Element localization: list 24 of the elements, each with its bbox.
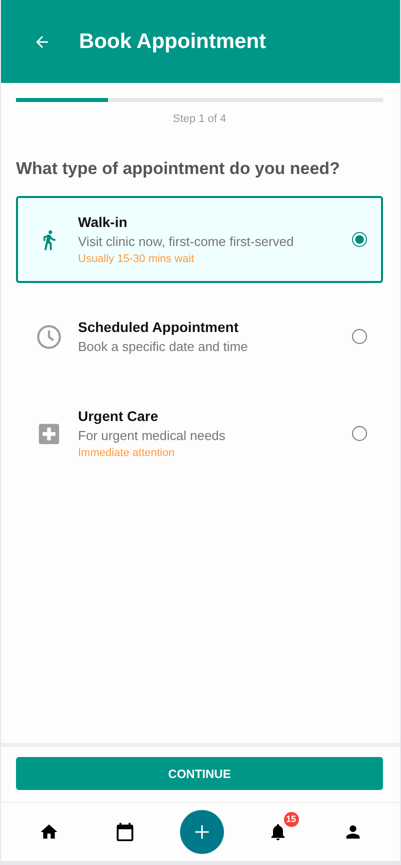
option-note: Immediate attention (78, 447, 176, 459)
plus-icon (192, 823, 210, 841)
nav-tab[interactable]: 15 (256, 812, 298, 852)
notification-count: 15 (284, 812, 298, 827)
clock-icon (36, 324, 62, 350)
option-description: Book a specific date and time (78, 339, 249, 354)
add-button[interactable] (180, 810, 224, 854)
option-note: Usually 15-30 mins wait (78, 253, 196, 265)
option-card[interactable]: Scheduled Appointment Book a specific date and time (16, 301, 383, 372)
medical-cross-icon (38, 422, 60, 444)
radio-button[interactable] (352, 426, 367, 441)
continue-button[interactable]: CONTINUE (16, 757, 383, 790)
option-title: Walk-in (78, 214, 128, 230)
option-title: Scheduled Appointment (78, 319, 240, 335)
option-card[interactable]: Walk-in Visit clinic now, first-come first-served Usually 15-30 mins wait (16, 196, 383, 283)
page-title: Book Appointment (79, 30, 266, 54)
step-label: Step 1 of 4 (172, 113, 228, 125)
option-title: Urgent Care (78, 408, 160, 424)
option-description: Visit clinic now, first-come first-served (78, 234, 295, 249)
option-card[interactable]: Urgent Care For urgent medical needs Immediate attention (16, 390, 383, 477)
option-description: For urgent medical needs (78, 428, 226, 443)
question-heading: What type of appointment do you need? (16, 159, 341, 179)
radio-button[interactable] (352, 232, 367, 247)
radio-button[interactable] (352, 329, 367, 344)
